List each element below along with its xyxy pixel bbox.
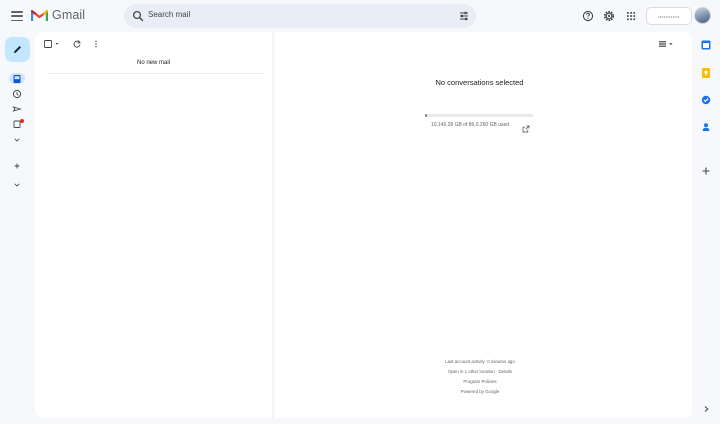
powered-by-text: Powered by Google [460, 389, 500, 394]
storage-meter [425, 114, 533, 117]
keep-icon[interactable] [700, 67, 712, 79]
account-activity-footer: Last account activity: 0 minutes ago Ope… [400, 357, 560, 397]
app-name: Gmail [52, 8, 86, 22]
caret-down-icon[interactable] [54, 39, 60, 49]
help-icon[interactable] [582, 10, 594, 22]
plus-icon[interactable] [12, 161, 22, 171]
unread-dot [20, 119, 24, 123]
message-list-pane [35, 32, 272, 418]
search-icon[interactable] [132, 10, 144, 22]
compose-button[interactable] [5, 37, 30, 62]
clock-icon[interactable] [12, 89, 22, 99]
tune-icon[interactable] [459, 11, 469, 21]
add-addon-icon[interactable] [700, 165, 712, 177]
gear-icon[interactable] [603, 10, 615, 22]
search-bar[interactable] [124, 4, 476, 28]
avatar[interactable] [694, 7, 711, 24]
search-input[interactable] [148, 10, 448, 19]
storage-usage-text: 10,145.28 GB of 86,0.260 GB used [430, 122, 510, 128]
storage-meter-fill [425, 114, 428, 117]
menu-line [11, 19, 23, 21]
menu-line [11, 15, 23, 17]
open-external-icon[interactable] [522, 125, 530, 133]
more-vert-icon[interactable] [93, 39, 99, 49]
chevron-down-icon[interactable] [12, 180, 22, 190]
empty-list-message: No new mail [136, 60, 170, 66]
top-bar: Gmail •••••••••••• [0, 0, 720, 32]
calendar-icon[interactable] [700, 39, 712, 51]
main-menu-button[interactable] [10, 9, 24, 23]
select-checkbox-icon[interactable] [43, 39, 53, 49]
sent-icon[interactable] [12, 104, 22, 114]
divider [48, 73, 265, 74]
refresh-icon[interactable] [72, 39, 82, 49]
menu-line [11, 11, 23, 13]
gmail-logo[interactable]: Gmail [31, 8, 85, 22]
account-switcher[interactable]: •••••••••••• [646, 7, 692, 25]
inbox-icon[interactable] [12, 74, 22, 84]
tasks-icon[interactable] [700, 94, 712, 106]
chevron-right-icon[interactable] [703, 405, 710, 413]
contacts-icon[interactable] [700, 121, 712, 133]
other-locations-link[interactable]: Open in 1 other location · Details [400, 367, 560, 377]
empty-reading-message: No conversations selected [435, 78, 524, 87]
apps-grid-icon[interactable] [625, 10, 637, 22]
gmail-m-icon [31, 9, 48, 21]
last-activity-text: Last account activity: 0 minutes ago [445, 359, 515, 364]
split-pane-toggle-icon[interactable] [658, 40, 674, 48]
pencil-icon [14, 46, 21, 53]
chevron-down-icon[interactable] [12, 135, 22, 145]
program-policies-link[interactable]: Program Policies [400, 377, 560, 387]
